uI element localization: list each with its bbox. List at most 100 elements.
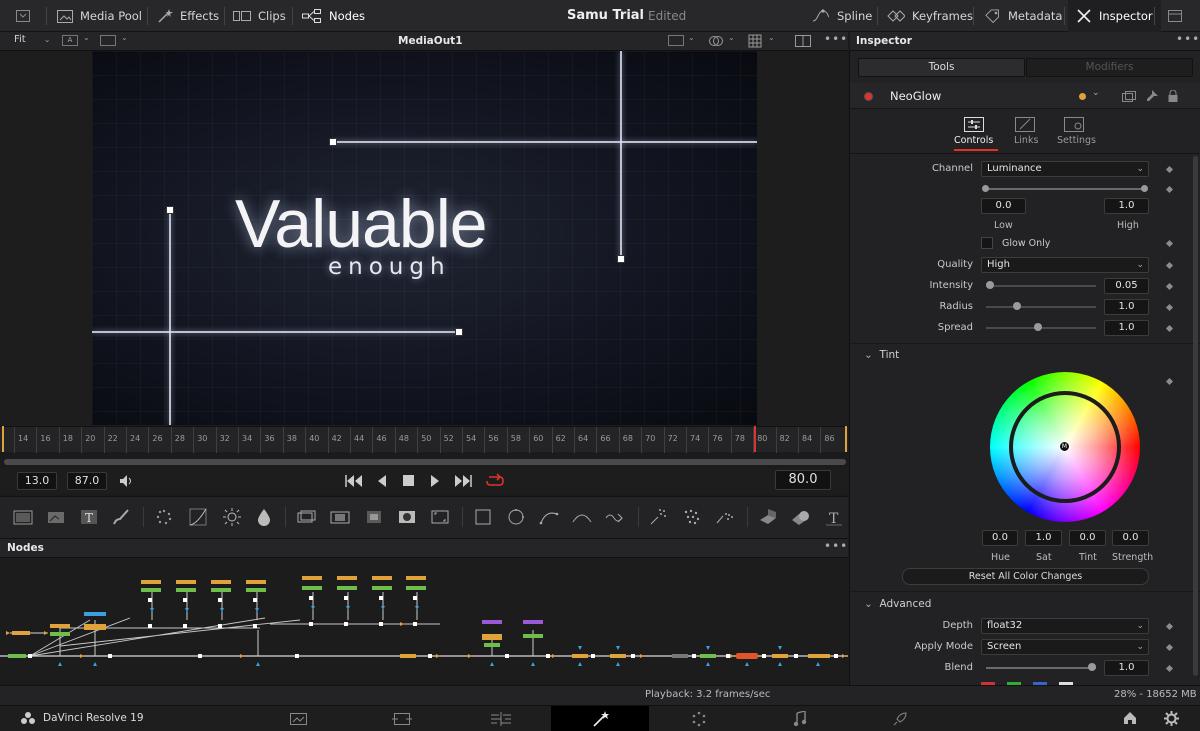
guide-handle[interactable] [166,206,174,214]
spread-field[interactable]: 1.0 [1104,320,1149,336]
viewer-canvas[interactable]: Valuable enough [92,51,757,425]
shape3d-icon[interactable] [757,506,779,528]
glow-only-checkbox[interactable] [981,237,993,249]
spline-button[interactable]: Spline [812,0,872,32]
subtab-settings[interactable]: Settings [1057,135,1096,146]
time-ruler[interactable]: 14 16 18 20 22 24 26 28 30 32 34 36 38 40 42 44 46 48 50 52… [0,426,848,453]
subtab-links[interactable]: Links [1014,135,1038,146]
particles-tool-icon[interactable] [153,506,175,528]
chevron-down-icon[interactable]: ⌄ [728,33,735,42]
inspector-button[interactable]: Inspector [1068,0,1161,32]
bitmap-mask-icon[interactable] [604,506,626,528]
ellipse-mask-icon[interactable] [505,506,527,528]
merge3d-icon[interactable] [790,506,812,528]
advanced-section-toggle[interactable]: ⌄ Advanced [864,598,931,610]
go-to-start-icon[interactable] [345,475,363,490]
keyframe-diamond-icon[interactable] [1165,622,1174,631]
range-start-field[interactable]: 13.0 [17,472,57,490]
high-field[interactable]: 1.0 [1104,198,1149,214]
display-icon[interactable] [100,35,116,46]
keyframe-diamond-icon[interactable] [1165,185,1174,194]
tint-section-toggle[interactable]: ⌄ Tint [864,349,899,361]
brightness-tool-icon[interactable] [221,506,243,528]
split-view-icon[interactable] [795,35,811,50]
blend-field[interactable]: 1.0 [1104,660,1149,676]
go-to-end-icon[interactable] [454,475,472,490]
merge-tool-icon[interactable] [329,506,351,528]
range-end-field[interactable]: 87.0 [67,472,107,490]
node-color-dot[interactable] [1079,93,1086,100]
expand-toggle-button[interactable] [12,0,34,32]
tab-tools[interactable]: Tools [858,58,1025,77]
color-picker-handle[interactable]: M [1059,441,1070,452]
chevron-down-icon[interactable]: ⌄ [83,33,90,42]
media-page-icon[interactable] [290,712,308,729]
paint-tool-icon[interactable] [45,506,67,528]
apply-mode-dropdown[interactable]: Screen ⌄ [981,639,1149,655]
inspector-scrollbar[interactable] [1193,156,1198,676]
intensity-field[interactable]: 0.05 [1104,278,1149,294]
chevron-down-icon[interactable]: ⌄ [768,33,775,42]
low-high-range-slider[interactable] [986,188,1145,190]
intensity-knob[interactable] [986,281,994,289]
guide-handle[interactable] [329,138,337,146]
grid-icon[interactable] [748,34,762,51]
reset-color-changes-button[interactable]: Reset All Color Changes [902,568,1149,585]
keyframe-diamond-icon[interactable] [1165,643,1174,652]
subtab-controls[interactable]: Controls [954,135,993,146]
keyframe-diamond-icon[interactable] [1165,239,1174,248]
color-drop-icon[interactable] [253,506,275,528]
bspline-mask-icon[interactable] [571,506,593,528]
range-end-marker[interactable] [845,426,847,452]
links-icon[interactable] [1015,117,1035,136]
fullscreen-toggle-button[interactable] [1162,0,1188,32]
quality-dropdown[interactable]: High ⌄ [981,257,1149,273]
metadata-button[interactable]: Metadata [985,0,1062,32]
controls-icon[interactable] [964,117,984,136]
clips-button[interactable]: Clips [233,0,286,32]
spread-knob[interactable] [1034,323,1042,331]
chevron-down-icon[interactable]: ⌄ [688,33,695,42]
home-icon[interactable] [1123,711,1137,728]
color-channel-icon[interactable] [708,34,724,51]
nodes-options-icon[interactable]: ••• [824,539,848,553]
roi-icon[interactable] [668,35,684,46]
step-back-icon[interactable] [377,475,387,490]
play-icon[interactable] [430,475,440,490]
text-tool-icon[interactable]: T [78,506,100,528]
keyframe-diamond-icon[interactable] [1165,324,1174,333]
chevron-down-icon[interactable]: ⌄ [121,33,128,42]
low-field[interactable]: 0.0 [981,198,1026,214]
loop-icon[interactable] [485,473,505,492]
keyframe-diamond-icon[interactable] [1165,377,1174,386]
hue-field[interactable]: 0.0 [982,530,1018,546]
node-enable-toggle[interactable] [864,92,873,101]
matte-tool-icon[interactable] [363,506,385,528]
background-tool-icon[interactable] [12,506,34,528]
effects-button[interactable]: Effects [157,0,219,32]
pin-icon[interactable] [1146,90,1158,105]
channel-dropdown[interactable]: Luminance ⌄ [981,161,1149,177]
keyframe-diamond-icon[interactable] [1165,165,1174,174]
chevron-down-icon[interactable]: ⌄ [1092,88,1100,98]
aspect-icon[interactable]: A [62,35,78,46]
intensity-slider[interactable] [986,285,1096,287]
fusion-page-icon[interactable] [592,710,610,731]
guide-handle[interactable] [455,328,463,336]
sat-field[interactable]: 1.0 [1025,530,1062,546]
settings-icon[interactable] [1064,117,1084,136]
fit-dropdown[interactable]: Fit ⌄ [14,34,50,45]
tab-modifiers[interactable]: Modifiers [1026,58,1193,77]
blend-slider[interactable] [986,667,1096,669]
keyframe-diamond-icon[interactable] [1165,303,1174,312]
stop-icon[interactable] [403,475,415,490]
text3d-icon[interactable]: T [823,506,845,528]
curves-tool-icon[interactable] [187,506,209,528]
color-page-icon[interactable] [691,711,707,730]
radius-knob[interactable] [1013,302,1021,310]
deliver-page-icon[interactable] [892,711,908,730]
strength-field[interactable]: 0.0 [1112,530,1149,546]
radius-field[interactable]: 1.0 [1104,299,1149,315]
speaker-icon[interactable] [119,474,135,491]
blend-knob[interactable] [1088,663,1096,671]
